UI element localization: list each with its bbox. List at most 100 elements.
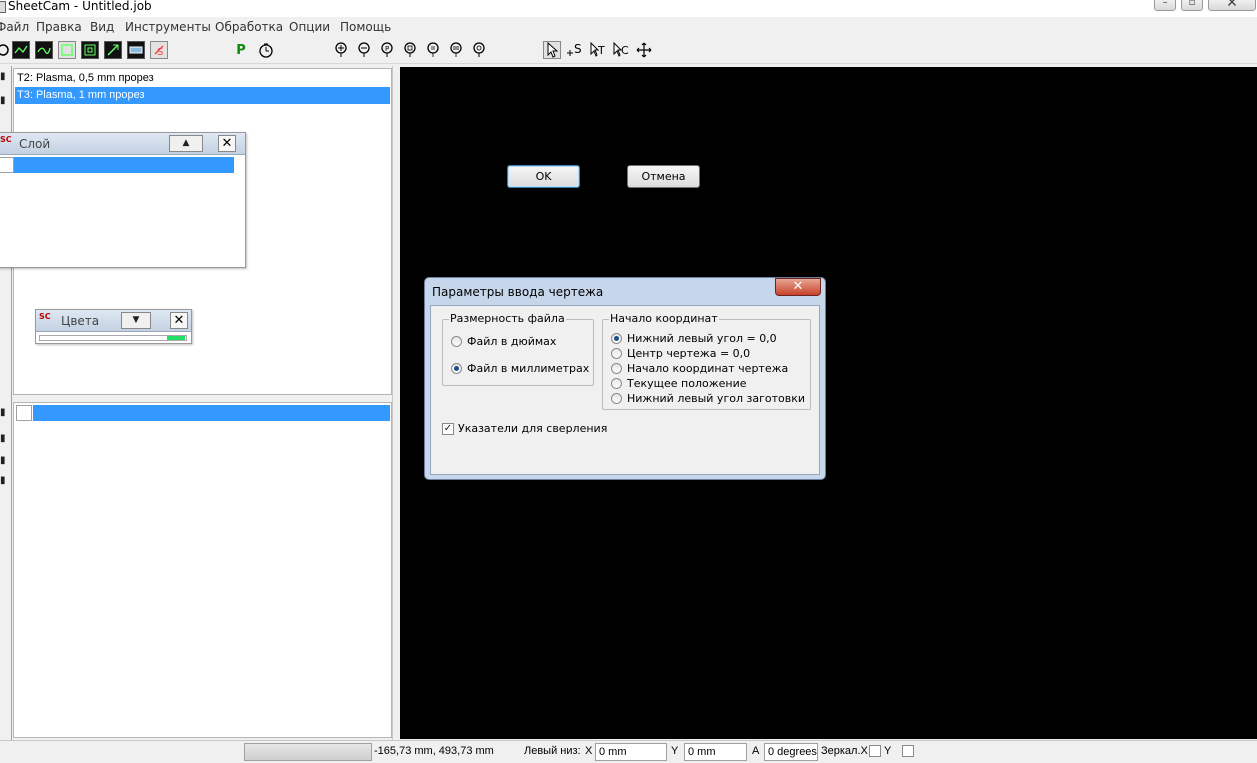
curve-pointer-icon[interactable]: C bbox=[612, 41, 630, 59]
menu-help[interactable]: Помощь bbox=[340, 20, 391, 34]
tool-item[interactable]: T2: Plasma, 0,5 mm прорез bbox=[15, 70, 390, 87]
a-label: A bbox=[752, 745, 760, 757]
title-bar: SheetCam - Untitled.job – ▫ ✕ bbox=[0, 0, 1257, 17]
operation-checkbox[interactable] bbox=[16, 405, 32, 421]
zoom-part-icon[interactable]: P bbox=[378, 41, 396, 59]
colors-panel-title: Цвета bbox=[61, 314, 100, 328]
y-label: Y bbox=[671, 745, 679, 757]
x-offset-field[interactable]: 0 mm bbox=[595, 743, 667, 761]
layer-row-selected[interactable] bbox=[14, 157, 234, 173]
select-pointer-icon[interactable] bbox=[543, 41, 561, 59]
dialog-close-button[interactable]: ✕ bbox=[775, 278, 821, 296]
vertical-splitter[interactable] bbox=[392, 66, 400, 740]
mirror-x-label: Зеркал.X bbox=[821, 745, 868, 757]
zoom-out-icon[interactable] bbox=[355, 41, 373, 59]
radio-button[interactable] bbox=[611, 378, 622, 389]
radio-origin-stock[interactable]: Нижний левый угол заготовки bbox=[611, 391, 805, 406]
tool-item-selected[interactable]: T3: Plasma, 1 mm прорез bbox=[15, 87, 390, 104]
maximize-button[interactable]: ▫ bbox=[1181, 0, 1203, 11]
operation-icon: ▮ bbox=[0, 407, 6, 418]
outline-view-icon[interactable] bbox=[58, 41, 76, 59]
close-button[interactable]: ✕ bbox=[1208, 0, 1256, 11]
menu-options[interactable]: Опции bbox=[289, 20, 330, 34]
menu-file[interactable]: Файл bbox=[0, 20, 29, 34]
radio-label: Нижний левый угол = 0,0 bbox=[627, 332, 777, 345]
radio-origin-center[interactable]: Центр чертежа = 0,0 bbox=[611, 346, 750, 361]
post-process-icon[interactable]: P bbox=[232, 41, 250, 59]
line-view-icon[interactable] bbox=[12, 41, 30, 59]
mirror-x-checkbox[interactable] bbox=[869, 745, 881, 757]
layer-panel-header[interactable]: SC Слой ▲ ✕ bbox=[0, 133, 245, 155]
path-view-icon[interactable] bbox=[35, 41, 53, 59]
angle-field[interactable]: 0 degrees bbox=[764, 743, 818, 761]
radio-button[interactable] bbox=[611, 393, 622, 404]
svg-text:P: P bbox=[385, 45, 389, 53]
app-icon bbox=[0, 1, 6, 13]
ok-button[interactable]: OK bbox=[507, 165, 580, 188]
x-label: X bbox=[585, 745, 593, 757]
collapse-button[interactable]: ▲ bbox=[169, 135, 203, 152]
radio-origin-drawing[interactable]: Начало координат чертежа bbox=[611, 361, 788, 376]
drill-markers-option[interactable]: ✓ Указатели для сверления bbox=[442, 421, 607, 436]
layer-checkbox[interactable] bbox=[0, 157, 14, 173]
svg-text:T: T bbox=[597, 44, 605, 57]
colors-panel-header[interactable]: SC Цвета ▼ ✕ bbox=[36, 310, 191, 332]
minimize-button[interactable]: – bbox=[1154, 0, 1176, 11]
layer-close-button[interactable]: ✕ bbox=[218, 135, 236, 152]
drill-markers-label: Указатели для сверления bbox=[458, 422, 608, 435]
operation-icon: ▮ bbox=[0, 475, 6, 486]
radio-button-selected[interactable] bbox=[451, 363, 462, 374]
toolbar: S P P S T C bbox=[0, 37, 1257, 64]
radio-button[interactable] bbox=[611, 348, 622, 359]
radio-origin-current[interactable]: Текущее положение bbox=[611, 376, 747, 391]
start-point-icon[interactable]: S bbox=[150, 41, 168, 59]
set-start-icon[interactable]: S bbox=[566, 41, 584, 59]
stopwatch-icon[interactable] bbox=[257, 41, 275, 59]
progress-bar bbox=[244, 743, 372, 761]
dialog-body: Размерность файла Файл в дюймах Файл в м… bbox=[430, 305, 820, 475]
rapid-view-icon[interactable] bbox=[104, 41, 122, 59]
radio-label: Текущее положение bbox=[627, 377, 747, 390]
text-pointer-icon[interactable]: T bbox=[589, 41, 607, 59]
operation-icon: ▮ bbox=[0, 433, 6, 444]
origin-group: Начало координат Нижний левый угол = 0,0… bbox=[602, 312, 811, 410]
menu-edit[interactable]: Правка bbox=[36, 20, 82, 34]
radio-button-selected[interactable] bbox=[611, 333, 622, 344]
colors-close-button[interactable]: ✕ bbox=[170, 312, 188, 329]
tool-icon: ▮ bbox=[0, 95, 6, 106]
mirror-y-label: Y bbox=[884, 745, 892, 757]
color-swatch[interactable] bbox=[167, 336, 185, 340]
zoom-all-icon[interactable] bbox=[447, 41, 465, 59]
zoom-fit-icon[interactable] bbox=[470, 41, 488, 59]
radio-button[interactable] bbox=[451, 336, 462, 347]
sc-logo-icon: SC bbox=[39, 312, 51, 321]
color-row[interactable] bbox=[39, 335, 187, 341]
radio-millimeters[interactable]: Файл в миллиметрах bbox=[451, 361, 589, 376]
open-icon[interactable] bbox=[0, 41, 12, 59]
inner-view-icon[interactable] bbox=[81, 41, 99, 59]
move-icon[interactable] bbox=[635, 41, 653, 59]
sc-logo-icon: SC bbox=[0, 135, 12, 144]
zoom-in-icon[interactable] bbox=[332, 41, 350, 59]
menu-tools[interactable]: Инструменты bbox=[125, 20, 211, 34]
stock-view-icon[interactable] bbox=[127, 41, 145, 59]
svg-text:S: S bbox=[157, 47, 163, 57]
menu-view[interactable]: Вид bbox=[90, 20, 114, 34]
radio-label: Нижний левый угол заготовки bbox=[627, 392, 805, 405]
dialog-title: Параметры ввода чертежа bbox=[432, 285, 604, 299]
status-bar: -165,73 mm, 493,73 mm Левый низ: X 0 mm … bbox=[0, 740, 1257, 763]
menu-processing[interactable]: Обработка bbox=[215, 20, 283, 34]
radio-inches[interactable]: Файл в дюймах bbox=[451, 334, 556, 349]
operation-row-selected[interactable] bbox=[33, 405, 390, 421]
radio-button[interactable] bbox=[611, 363, 622, 374]
cancel-button[interactable]: Отмена bbox=[627, 165, 700, 188]
origin-label: Левый низ: bbox=[524, 745, 581, 757]
mirror-y-checkbox[interactable] bbox=[902, 745, 914, 757]
y-offset-field[interactable]: 0 mm bbox=[684, 743, 747, 761]
drill-markers-checkbox[interactable]: ✓ bbox=[442, 422, 454, 435]
expand-button[interactable]: ▼ bbox=[121, 312, 151, 329]
menu-bar: Файл Правка Вид Инструменты Обработка Оп… bbox=[0, 17, 1257, 37]
radio-origin-bottom-left[interactable]: Нижний левый угол = 0,0 bbox=[611, 331, 777, 346]
zoom-stock-icon[interactable] bbox=[401, 41, 419, 59]
zoom-table-icon[interactable] bbox=[424, 41, 442, 59]
